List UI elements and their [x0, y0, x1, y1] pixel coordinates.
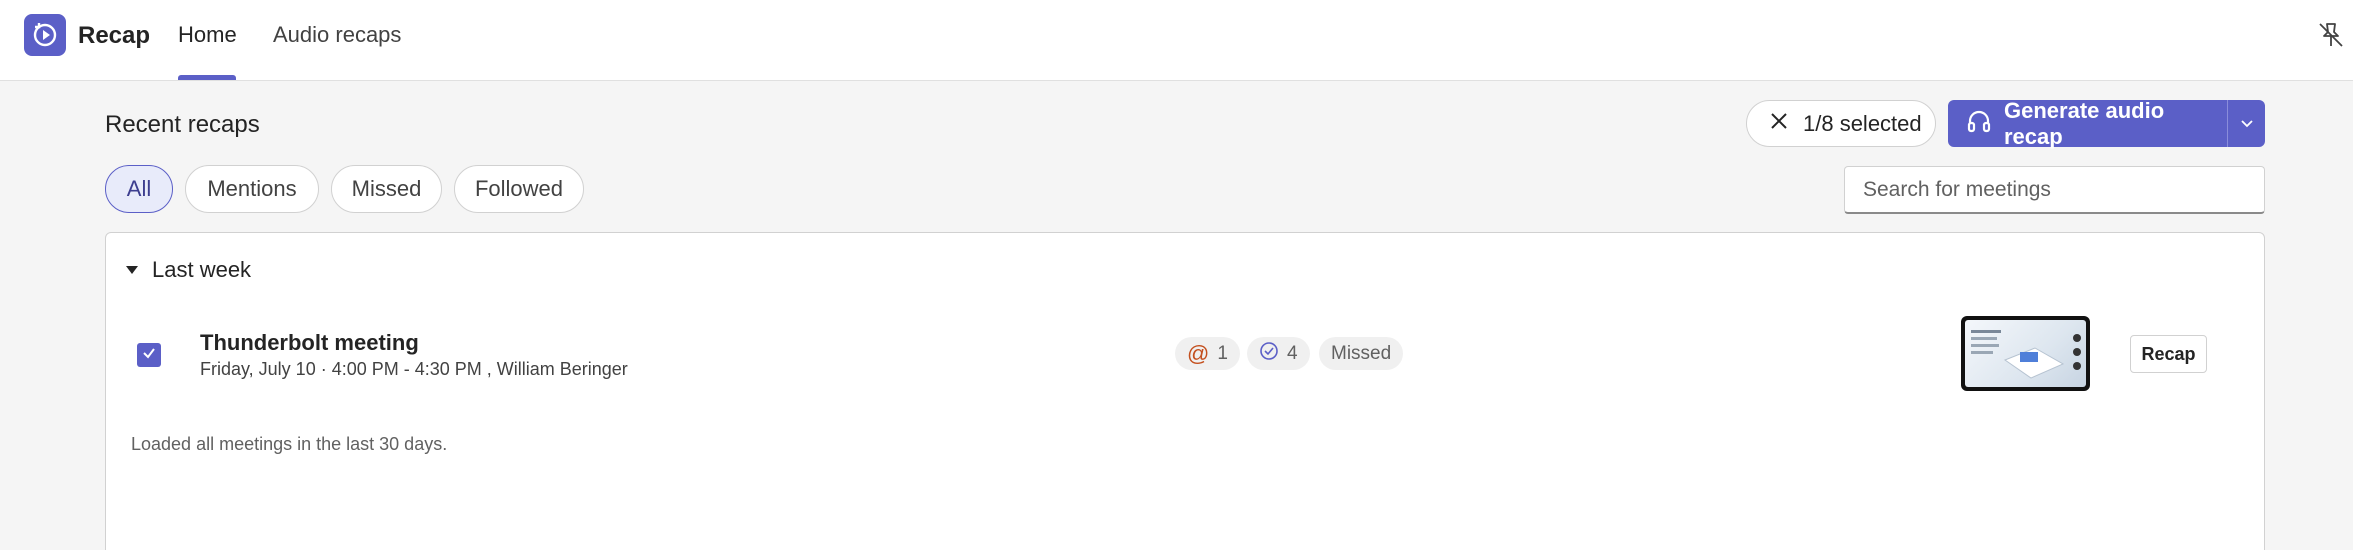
- unpin-icon[interactable]: [2316, 20, 2346, 50]
- group-label: Last week: [152, 257, 252, 282]
- meeting-title[interactable]: Thunderbolt meeting: [200, 330, 419, 356]
- mentions-count: 1: [1217, 342, 1228, 364]
- recaps-card: Last week Thunderbolt meeting Friday, Ju…: [105, 232, 2265, 550]
- filter-all[interactable]: All: [105, 165, 173, 213]
- section-title: Recent recaps: [105, 111, 260, 138]
- top-bar: Recap Home Audio recaps: [0, 0, 2353, 81]
- tab-audio-recaps[interactable]: Audio recaps: [273, 22, 401, 48]
- active-tab-indicator: [178, 75, 236, 80]
- tasks-badge: 4: [1247, 337, 1310, 370]
- recap-button[interactable]: Recap: [2130, 335, 2207, 373]
- caret-down-icon: [126, 266, 138, 274]
- meeting-details: Friday, July 10 · 4:00 PM - 4:30 PM , Wi…: [200, 359, 628, 379]
- group-header-last-week[interactable]: Last week: [126, 257, 251, 283]
- task-check-icon: [1259, 341, 1279, 367]
- mentions-badge: @ 1: [1175, 337, 1240, 370]
- recap-thumbnail[interactable]: [1961, 316, 2090, 391]
- filter-mentions[interactable]: Mentions: [185, 165, 319, 213]
- filter-followed[interactable]: Followed: [454, 165, 584, 213]
- search-input[interactable]: [1844, 166, 2265, 214]
- chevron-down-icon: [2240, 115, 2254, 133]
- tasks-count: 4: [1287, 342, 1298, 364]
- tab-home[interactable]: Home: [178, 22, 237, 48]
- headphones-icon: [1966, 108, 1992, 140]
- recap-app-icon: [24, 14, 66, 56]
- close-icon: [1769, 111, 1789, 137]
- checkmark-icon: [141, 345, 157, 366]
- app-title: Recap: [78, 22, 151, 49]
- generate-audio-recap-label: Generate audio recap: [2004, 97, 2165, 149]
- at-mention-icon: @: [1187, 340, 1210, 366]
- clear-selection-button[interactable]: 1/8 selected: [1746, 100, 1936, 147]
- load-status-text: Loaded all meetings in the last 30 days.: [131, 434, 448, 454]
- filter-missed[interactable]: Missed: [331, 165, 442, 213]
- generate-options-chevron[interactable]: [2228, 100, 2265, 147]
- meeting-checkbox[interactable]: [137, 343, 161, 367]
- selection-count: 1/8 selected: [1803, 110, 1922, 136]
- missed-status-badge: Missed: [1319, 337, 1404, 370]
- thumbnail-image: [1965, 320, 2086, 387]
- generate-audio-recap-split-button: Generate audio recap: [1948, 97, 2265, 149]
- generate-audio-recap-button[interactable]: Generate audio recap: [1948, 97, 2228, 149]
